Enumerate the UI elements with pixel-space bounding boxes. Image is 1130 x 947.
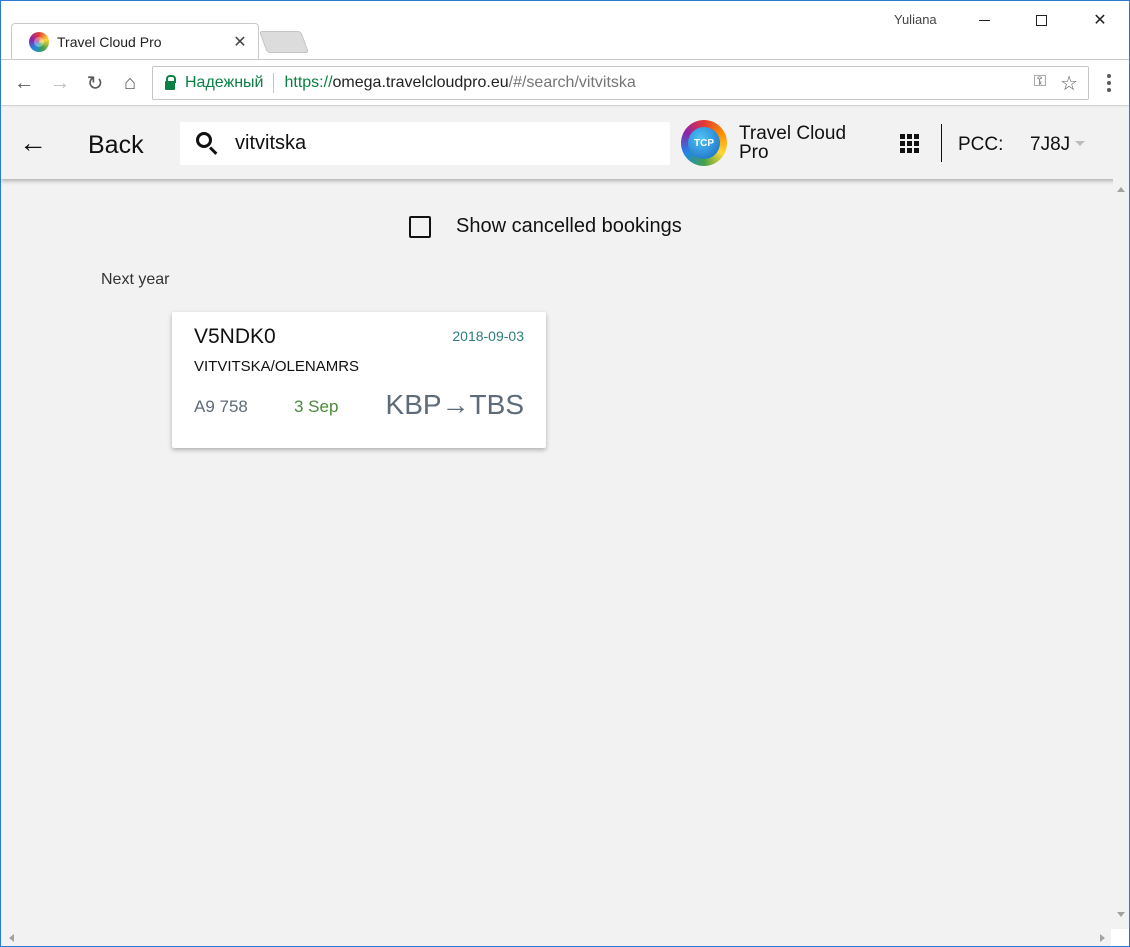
grid-dot <box>900 134 905 139</box>
maximize-icon <box>1035 14 1047 26</box>
url-path: /#/search/vitvitska <box>508 74 636 91</box>
app-favicon-icon <box>29 31 49 52</box>
key-icon[interactable]: ⚿ <box>1034 73 1046 91</box>
header-divider <box>941 124 942 162</box>
chevron-down-icon[interactable] <box>1075 141 1085 146</box>
grid-dot <box>907 134 912 139</box>
browser-menu-icon[interactable] <box>1099 70 1119 96</box>
browser-forward-button[interactable]: → <box>47 70 73 96</box>
flight-number: A9 758 <box>194 397 248 416</box>
title-bar: Travel Cloud Pro ✕ Yuliana ✕ <box>1 1 1129 60</box>
browser-reload-button[interactable]: ↻ <box>82 70 108 96</box>
browser-home-button[interactable]: ⌂ <box>117 70 143 96</box>
brand-name: Travel Cloud Pro <box>739 123 847 163</box>
search-input[interactable] <box>235 132 635 155</box>
show-cancelled-label[interactable]: Show cancelled bookings <box>456 215 682 238</box>
browser-tab[interactable]: Travel Cloud Pro ✕ <box>11 23 259 60</box>
browser-back-button[interactable]: ← <box>11 70 37 96</box>
scroll-down-icon[interactable] <box>1117 912 1125 917</box>
address-bar[interactable]: Надежный https:// omega.travelcloudpro.e… <box>152 66 1089 100</box>
scroll-up-icon[interactable] <box>1117 187 1125 192</box>
pcc-label: PCC: <box>958 134 1004 155</box>
new-tab-button[interactable] <box>258 31 310 53</box>
app-header: ← Back TCP Travel Cloud Pro PCC: 7J8J <box>1 107 1129 179</box>
apps-grid-icon[interactable] <box>900 134 920 154</box>
grid-dot <box>900 141 905 146</box>
window-close-button[interactable]: ✕ <box>1077 7 1123 33</box>
vertical-scrollbar[interactable] <box>1113 179 1129 929</box>
grid-dot <box>914 141 919 146</box>
booking-code: V5NDK0 <box>194 325 276 348</box>
tab-close-icon[interactable]: ✕ <box>229 32 251 52</box>
show-cancelled-toggle[interactable]: Show cancelled bookings <box>409 215 682 238</box>
search-box <box>180 122 670 165</box>
tab-title: Travel Cloud Pro <box>57 33 162 50</box>
search-icon-handle <box>208 145 218 155</box>
window-maximize-button[interactable] <box>1018 7 1064 33</box>
search-results: Show cancelled bookings Next year V5NDK0… <box>1 179 1113 929</box>
logo-badge: TCP <box>688 127 720 159</box>
minimize-icon <box>978 19 990 21</box>
back-arrow-icon[interactable]: ← <box>19 127 47 159</box>
star-icon[interactable]: ☆ <box>1060 71 1078 96</box>
show-cancelled-checkbox[interactable] <box>409 215 431 238</box>
arrow-left-icon: ← <box>14 71 34 94</box>
close-icon: ✕ <box>1093 12 1107 29</box>
search-icon-ring <box>196 131 212 148</box>
grid-dot <box>914 134 919 139</box>
scroll-left-icon[interactable] <box>9 934 14 942</box>
menu-dot <box>1107 81 1111 85</box>
scroll-right-icon[interactable] <box>1100 934 1105 942</box>
flight-day: 3 Sep <box>294 397 339 416</box>
arrow-right-icon: → <box>50 71 70 94</box>
booking-date: 2018-09-03 <box>452 328 524 344</box>
back-button[interactable]: Back <box>88 131 144 160</box>
pcc-select[interactable]: 7J8J <box>1030 134 1070 156</box>
window-user-name[interactable]: Yuliana <box>894 12 937 27</box>
grid-dot <box>914 148 919 153</box>
flight-route: KBP→TBS <box>385 389 524 420</box>
security-label[interactable]: Надежный <box>185 74 263 92</box>
grid-dot <box>907 141 912 146</box>
grid-dot <box>907 148 912 153</box>
reload-icon: ↻ <box>86 72 104 95</box>
horizontal-scrollbar[interactable] <box>1 929 1113 946</box>
url-scheme: https:// <box>284 74 333 91</box>
passenger-name: VITVITSKA/OLENAMRS <box>194 358 360 375</box>
grid-dot <box>900 148 905 153</box>
address-divider <box>273 73 275 93</box>
browser-toolbar: ← → ↻ ⌂ Надежный https:// omega.travelcl… <box>1 59 1129 106</box>
booking-card[interactable]: V5NDK0 2018-09-03 VITVITSKA/OLENAMRS A9 … <box>172 312 546 448</box>
menu-dot <box>1107 88 1111 92</box>
menu-dot <box>1107 74 1111 78</box>
window-minimize-button[interactable] <box>961 7 1007 33</box>
travel-cloud-pro-logo: TCP <box>681 120 727 166</box>
url-host: omega.travelcloudpro.eu <box>332 74 509 91</box>
section-heading: Next year <box>101 271 170 288</box>
search-icon[interactable] <box>195 131 221 157</box>
lock-icon <box>165 74 176 90</box>
browser-window: Travel Cloud Pro ✕ Yuliana ✕ ← → ↻ ⌂ Над… <box>0 0 1130 947</box>
home-icon: ⌂ <box>123 71 137 94</box>
scrollbar-corner <box>1111 929 1129 946</box>
